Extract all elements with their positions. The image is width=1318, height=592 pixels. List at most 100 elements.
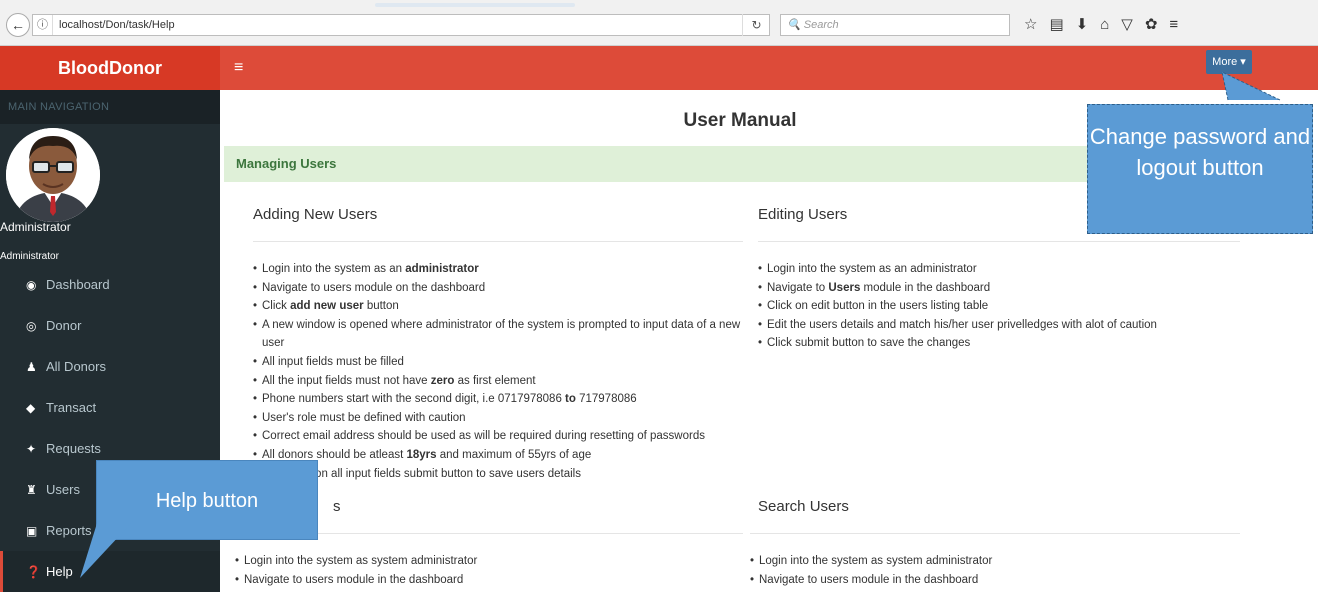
list-item: Click submit button to save the changes [758,334,1240,353]
list-item: Login into the system as system administ… [235,552,743,571]
url-text: localhost/Don/task/Help [59,19,175,31]
list-item-emphasis: add new user [290,300,364,313]
list-item-text: Navigate to users module in the dashboar… [759,573,979,586]
sidebar-item-transact[interactable]: ◆ Transact [0,387,220,428]
list-item-text: Navigate to users module on the dashboar… [262,281,486,294]
list-item-text: Login into the system as an administrato… [767,263,977,275]
list-item-text: Navigate to users module in the dashboar… [244,573,464,586]
list-item-text: Edit the users details and match his/her… [767,318,1157,331]
list-item: All input fields must be filled [253,353,743,372]
extension-icon[interactable]: ✿ [1145,14,1158,36]
list-item: Login into the system as system administ… [750,552,1240,571]
list-item-text: Correct email address should be used as … [262,430,705,443]
list-item: All the input fields must not have zero … [253,372,743,391]
list-item-emphasis: to [565,393,576,406]
reading-list-icon[interactable]: ▤ [1049,14,1063,36]
deleting-users-heading: s [253,498,743,534]
deleting-users-panel: s Login into the system as system admini… [235,498,743,589]
sidebar-item-label: Dashboard [46,277,110,292]
users-icon: ♜ [26,482,37,497]
list-item-text: All the input fields must not have [262,374,431,387]
pocket-icon[interactable]: ▽ [1121,14,1133,36]
menu-icon[interactable]: ≡ [1169,14,1178,36]
list-item-text: button [363,300,399,313]
reload-button[interactable]: ↻ [742,14,770,36]
editing-users-list: Login into the system as an administrato… [758,260,1240,353]
avatar [6,128,100,222]
callout-change-password: Change password and logout button [1087,104,1313,234]
list-item-text: as first element [454,374,536,387]
home-icon[interactable]: ⌂ [1100,14,1109,36]
callout-pointer-left [80,520,134,578]
sidebar-item-label: All Donors [46,359,106,374]
app-header: BloodDonor ≡ More ▾ [0,46,1318,90]
help-icon: ❓ [26,564,41,579]
back-button[interactable]: ← [6,13,30,37]
list-item-text: Click on edit button in the users listin… [767,300,989,313]
list-item-text: Phone numbers start with the second digi… [262,393,566,406]
tag-icon: ◆ [26,400,36,415]
list-item: Correct email address should be used as … [253,427,743,446]
download-icon[interactable]: ⬇ [1076,14,1089,36]
sidebar-item-label: Requests [46,441,101,456]
list-item: Navigate to users module in the dashboar… [235,571,743,590]
globe-icon: ◎ [26,318,37,333]
list-item-text: All input fields must be filled [262,355,404,368]
adding-users-panel: Adding New Users Login into the system a… [253,206,743,483]
list-item-text: and maximum of 55yrs of age [436,448,592,461]
browser-tools: ☆ ▤ ⬇ ⌂ ▽ ✿ ≡ [1024,14,1178,36]
sidebar-toggle-icon[interactable]: ≡ [234,46,243,90]
list-item: Phone numbers start with the second digi… [253,390,743,409]
list-item: User's role must be defined with caution [253,409,743,428]
user-role: Administrator [0,251,59,262]
info-icon[interactable]: ⓘ [33,15,53,35]
sidebar-item-donor[interactable]: ◎ Donor [0,305,220,346]
sidebar-item-label: Users [46,482,80,497]
callout-pointer-right [1221,71,1281,101]
search-input[interactable]: 🔍 Search [780,14,1010,36]
pin-icon: ✦ [26,441,37,456]
adding-users-heading: Adding New Users [253,206,743,242]
search-placeholder: Search [803,19,839,31]
list-item: Edit the users details and match his/her… [758,316,1240,335]
sidebar-item-label: Transact [46,400,97,415]
list-item: Login into the system as an administrato… [758,260,1240,279]
search-users-list: Login into the system as system administ… [750,552,1240,589]
list-item-text: User's role must be defined with caution [262,411,466,424]
list-item-text: Click [262,300,291,313]
browser-toolbar: ← ⓘ localhost/Don/task/Help ↻ 🔍 Search ☆ … [0,0,1318,46]
brand-logo[interactable]: BloodDonor [0,46,220,90]
address-bar[interactable]: ⓘ localhost/Don/task/Help [32,14,770,36]
search-users-panel: Search Users Login into the system as sy… [750,498,1240,589]
list-item-emphasis: administrator [405,263,479,275]
nav-header: MAIN NAVIGATION [0,90,220,124]
list-item-emphasis: zero [430,374,455,387]
list-item: Login into the system as an administrato… [253,260,743,279]
list-item: After data on all input fields submit bu… [253,465,743,484]
dashboard-icon: ◉ [26,277,37,292]
list-item-text: A new window is opened where administrat… [262,318,741,350]
list-item-emphasis: Users [828,281,861,294]
tab-strip [375,3,575,7]
user-name: Administrator [0,220,71,234]
user-icon: ♟ [26,359,37,374]
sidebar-item-label: Help [46,564,73,579]
list-item-text: Login into the system as system administ… [759,555,993,567]
list-item-text: Login into the system as an [262,263,406,275]
list-item: A new window is opened where administrat… [253,316,743,353]
list-item-emphasis: 18yrs [406,448,437,461]
list-item: Navigate to Users module in the dashboar… [758,279,1240,298]
search-users-heading: Search Users [750,498,1240,534]
list-item: All donors should be atleast 18yrs and m… [253,446,743,465]
list-item: Click add new user button [253,297,743,316]
sidebar-item-dashboard[interactable]: ◉ Dashboard [0,264,220,305]
sidebar-item-label: Donor [46,318,82,333]
list-item: Navigate to users module in the dashboar… [750,571,1240,590]
bookmark-star-icon[interactable]: ☆ [1024,14,1037,36]
list-item-text: Click submit button to save the changes [767,337,971,350]
deleting-users-list: Login into the system as system administ… [235,552,743,589]
list-item: Click on edit button in the users listin… [758,297,1240,316]
list-item: Navigate to users module on the dashboar… [253,279,743,298]
list-item-text: 717978086 [575,393,637,406]
sidebar-item-all-donors[interactable]: ♟ All Donors [0,346,220,387]
